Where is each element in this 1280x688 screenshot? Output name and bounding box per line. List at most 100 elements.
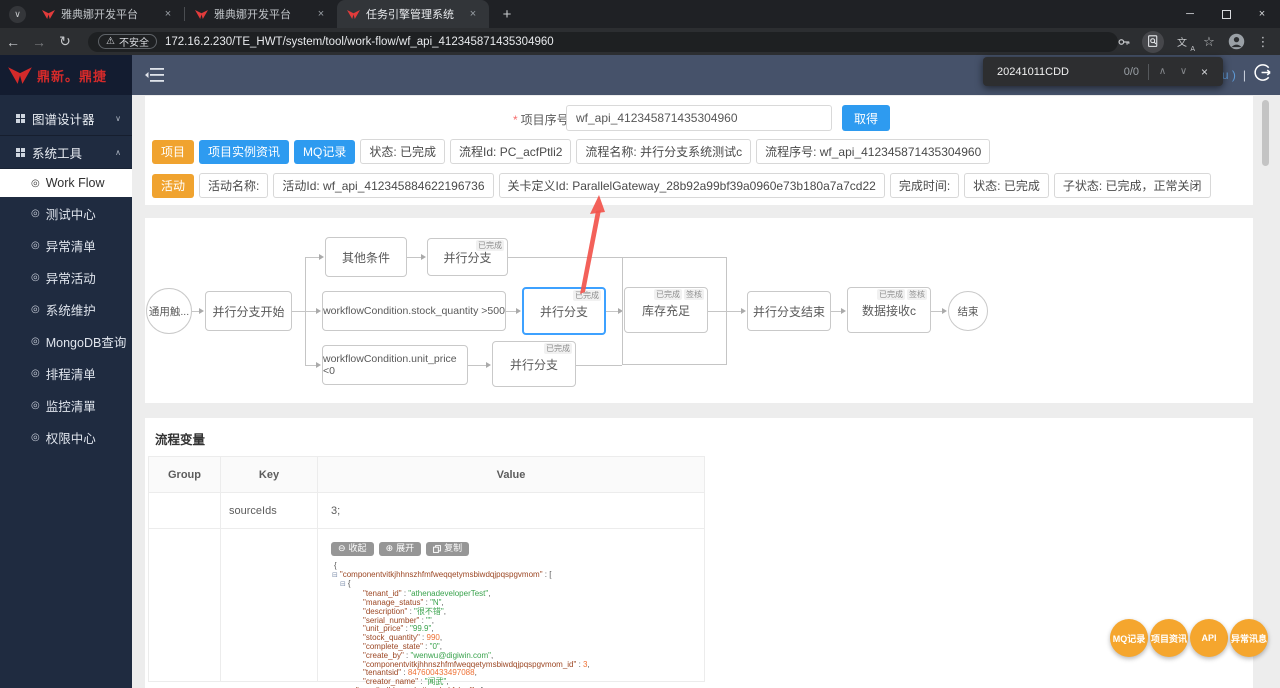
sidebar-item-system-maintenance[interactable]: ◎ 系统维护 bbox=[0, 293, 132, 325]
browser-menu-dots-icon[interactable]: ⋮ bbox=[1254, 33, 1272, 51]
browser-tab-2[interactable]: 雅典娜开发平台 × bbox=[185, 0, 337, 28]
json-toggle-icon[interactable]: ⊟ bbox=[332, 572, 338, 579]
security-chip[interactable]: ⚠ 不安全 bbox=[98, 34, 157, 49]
node-data-receive[interactable]: 已完成 签核 数据接收c bbox=[847, 287, 931, 333]
sidebar-collapse-icon[interactable] bbox=[145, 68, 164, 87]
target-icon: ◎ bbox=[31, 271, 40, 283]
node-end[interactable]: 结束 bbox=[948, 291, 988, 331]
tab-search-button[interactable]: ∨ bbox=[9, 5, 26, 23]
sidebar-item-label: 系统维护 bbox=[45, 303, 96, 318]
sidebar-item-test-center[interactable]: ◎ 测试中心 bbox=[0, 197, 132, 229]
browser-tab-1[interactable]: 雅典娜开发平台 × bbox=[32, 0, 184, 28]
sidebar-item-label: 权限中心 bbox=[45, 431, 96, 446]
toolbar-icons: 文 ☆ ⋮ bbox=[1115, 28, 1272, 55]
project-instance-info-button[interactable]: 项目实例资讯 bbox=[199, 139, 290, 164]
mq-record-button[interactable]: MQ记录 bbox=[294, 139, 356, 164]
chevron-down-icon: ∨ bbox=[115, 113, 121, 123]
find-close-icon[interactable]: × bbox=[1194, 65, 1215, 79]
required-mark: * bbox=[513, 113, 518, 127]
find-previous-icon[interactable]: ∧ bbox=[1152, 66, 1173, 77]
password-key-icon[interactable] bbox=[1115, 33, 1133, 51]
digiwin-favicon bbox=[195, 9, 208, 19]
float-mq-record-button[interactable]: MQ记录 bbox=[1110, 619, 1148, 657]
status-badges: 已完成 签核 bbox=[654, 289, 704, 300]
logout-icon[interactable] bbox=[1253, 63, 1272, 87]
maximize-button[interactable] bbox=[1208, 0, 1244, 28]
float-api-button[interactable]: API bbox=[1190, 619, 1228, 657]
cell-key bbox=[221, 529, 318, 681]
find-in-page-bar: 20241011CDD 0/0 ∧ ∨ × bbox=[983, 57, 1223, 86]
finish-time-tag: 完成时间: bbox=[889, 173, 960, 198]
screen: ∨ 雅典娜开发平台 × 雅典娜开发平台 × 任务引擎管理系统 × + ─ × ←… bbox=[0, 0, 1280, 688]
json-punctuation: , bbox=[439, 642, 442, 652]
node-parallel-fork-start[interactable]: 并行分支开始 bbox=[205, 291, 292, 331]
sidebar-item-monitor-list[interactable]: ◎ 监控清單 bbox=[0, 389, 132, 421]
project-info-card: *项目序号: 取得 项目 项目实例资讯 MQ记录 状态: 已完成 流程Id: P… bbox=[145, 96, 1253, 205]
sign-badge: 签核 bbox=[907, 289, 927, 300]
json-punctuation: , bbox=[488, 589, 491, 599]
sidebar-item-schedule-list[interactable]: ◎ 排程清单 bbox=[0, 357, 132, 389]
sidebar-item-label: 监控清單 bbox=[45, 399, 96, 414]
collapse-button[interactable]: ⊖ 收起 bbox=[331, 542, 374, 556]
node-stock-condition[interactable]: workflowCondition.stock_quantity >500 bbox=[322, 291, 506, 331]
connector-line bbox=[708, 311, 742, 312]
json-key: "tenant_id" bbox=[363, 589, 402, 599]
sidebar-item-exception-activity[interactable]: ◎ 异常活动 bbox=[0, 261, 132, 293]
sidebar-group-system-tools[interactable]: 系统工具 ∧ bbox=[0, 135, 132, 169]
url-bar[interactable]: ⚠ 不安全 172.16.2.230/TE_HWT/system/tool/wo… bbox=[88, 31, 1118, 52]
json-string-value: "99.9" bbox=[410, 624, 432, 634]
node-parallel-branch-top[interactable]: 已完成 并行分支 bbox=[427, 238, 508, 276]
sidebar-item-workflow-active[interactable]: ◎ Work Flow bbox=[0, 169, 132, 197]
flow-id-tag: 流程Id: PC_acfPtli2 bbox=[450, 139, 572, 164]
float-exception-info-button[interactable]: 异常讯息 bbox=[1230, 619, 1268, 657]
cell-group bbox=[149, 529, 221, 681]
translate-icon[interactable]: 文 bbox=[1173, 33, 1195, 53]
copy-button[interactable]: 复制 bbox=[426, 542, 470, 556]
sidebar-item-permission-center[interactable]: ◎ 权限中心 bbox=[0, 421, 132, 453]
bookmark-star-icon[interactable]: ☆ bbox=[1200, 33, 1218, 51]
find-in-page-icon[interactable] bbox=[1142, 30, 1164, 53]
node-parallel-fork-end[interactable]: 并行分支结束 bbox=[747, 291, 831, 331]
json-key: "unit_price" bbox=[363, 624, 404, 634]
close-window-button[interactable]: × bbox=[1244, 0, 1280, 28]
find-query-input[interactable]: 20241011CDD bbox=[997, 66, 1124, 78]
find-next-icon[interactable]: ∨ bbox=[1173, 66, 1194, 77]
float-project-info-button[interactable]: 项目资讯 bbox=[1150, 619, 1188, 657]
sidebar-item-label: 排程清单 bbox=[45, 367, 96, 382]
sidebar-item-exception-list[interactable]: ◎ 异常清单 bbox=[0, 229, 132, 261]
connector-line bbox=[305, 257, 320, 258]
target-icon: ◎ bbox=[31, 207, 40, 219]
json-toggle-icon[interactable]: ⊟ bbox=[340, 581, 346, 588]
profile-avatar[interactable] bbox=[1227, 33, 1245, 51]
tab-close-icon[interactable]: × bbox=[465, 6, 481, 22]
activity-substatus-tag: 子状态: 已完成，正常关闭 bbox=[1053, 173, 1211, 198]
reload-icon[interactable]: ↻ bbox=[52, 33, 78, 50]
node-stock-sufficient[interactable]: 已完成 签核 库存充足 bbox=[624, 287, 708, 333]
project-serial-input[interactable] bbox=[566, 105, 832, 131]
node-parallel-branch-bottom[interactable]: 已完成 并行分支 bbox=[492, 341, 576, 387]
expand-button[interactable]: ⊕ 展开 bbox=[378, 542, 422, 556]
back-icon[interactable]: ← bbox=[0, 34, 26, 50]
node-price-condition[interactable]: workflowCondition.unit_price <0 bbox=[322, 345, 468, 385]
sidebar-item-mongodb-query[interactable]: ◎ MongoDB查询 bbox=[0, 325, 132, 357]
vertical-scrollbar[interactable] bbox=[1262, 100, 1269, 166]
node-other-condition[interactable]: 其他条件 bbox=[325, 237, 407, 277]
minimize-button[interactable]: ─ bbox=[1172, 0, 1208, 28]
target-icon: ◎ bbox=[31, 431, 40, 443]
fetch-button[interactable]: 取得 bbox=[842, 105, 891, 131]
cell-key: sourceIds bbox=[221, 493, 318, 528]
variables-title: 流程变量 bbox=[155, 433, 206, 447]
expand-plus-icon: ⊕ bbox=[385, 543, 394, 553]
forward-icon[interactable]: → bbox=[26, 34, 52, 50]
node-generic-trigger[interactable]: 通用触... bbox=[146, 288, 192, 334]
sidebar-group-graph-designer[interactable]: 图谱设计器 ∨ bbox=[0, 101, 132, 135]
browser-tab-active[interactable]: 任务引擎管理系统 × bbox=[337, 0, 489, 28]
json-punctuation: , bbox=[431, 624, 434, 634]
cell-group bbox=[149, 493, 221, 528]
new-tab-button[interactable]: + bbox=[495, 2, 519, 26]
tab-close-icon[interactable]: × bbox=[313, 6, 329, 22]
connector-arrowhead bbox=[421, 253, 426, 260]
tab-close-icon[interactable]: × bbox=[160, 6, 176, 22]
flow-serial-tag: 流程序号: wf_api_412345871435304960 bbox=[756, 139, 991, 164]
node-label: 数据接收c bbox=[861, 303, 916, 318]
